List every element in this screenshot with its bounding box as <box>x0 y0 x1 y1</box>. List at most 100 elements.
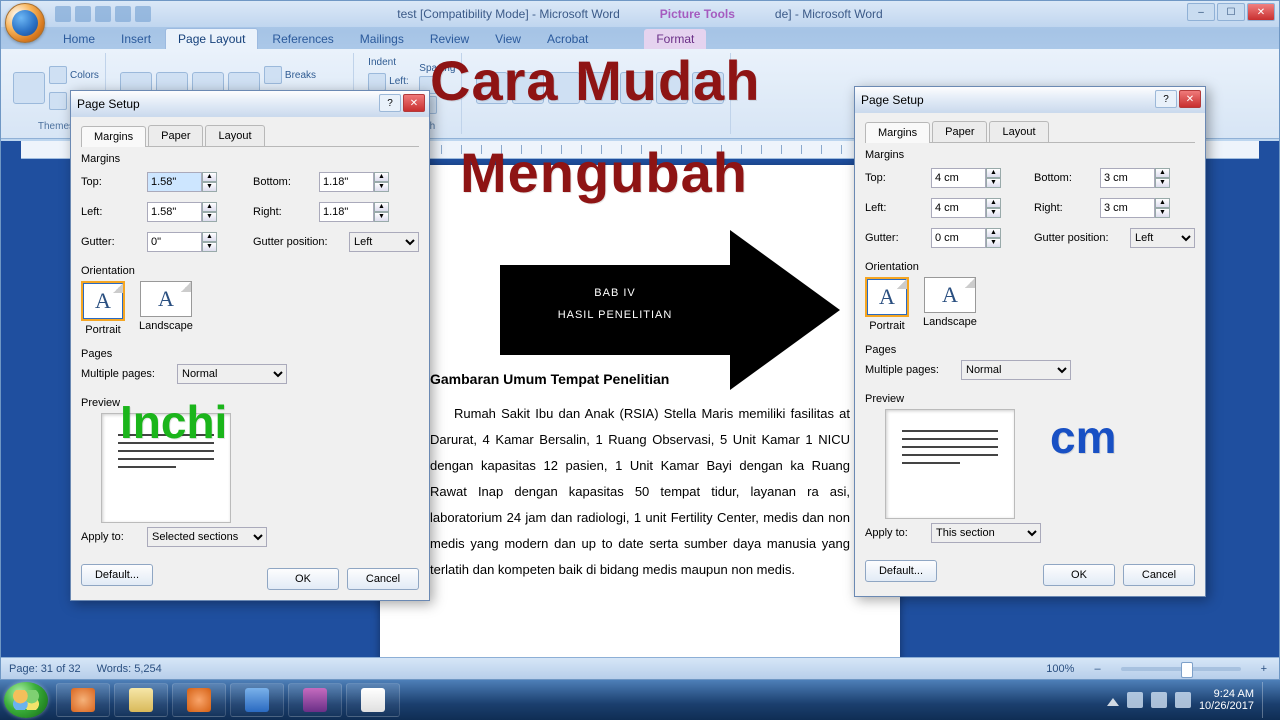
gutter-pos-select[interactable]: Left <box>349 232 419 252</box>
tab-margins[interactable]: Margins <box>81 126 146 147</box>
tab-paper[interactable]: Paper <box>148 125 203 146</box>
qat-open-icon[interactable] <box>135 6 151 22</box>
tab-margins[interactable]: Margins <box>865 122 930 143</box>
gutter-input[interactable] <box>147 232 202 252</box>
dialog-help-button[interactable]: ? <box>379 94 401 112</box>
qat-print-icon[interactable] <box>115 6 131 22</box>
dialog-title-bar[interactable]: Page Setup ? ✕ <box>855 87 1205 113</box>
spin-up-icon[interactable]: ▲ <box>1155 198 1170 208</box>
tab-insert[interactable]: Insert <box>109 29 163 49</box>
multiple-pages-select[interactable]: Normal <box>177 364 287 384</box>
taskbar-explorer[interactable] <box>114 683 168 717</box>
tab-layout[interactable]: Layout <box>205 125 264 146</box>
start-button[interactable] <box>4 682 48 718</box>
spin-up-icon[interactable]: ▲ <box>202 202 217 212</box>
tray-network-icon[interactable] <box>1151 692 1167 708</box>
colors-icon[interactable] <box>49 66 67 84</box>
tab-layout[interactable]: Layout <box>989 121 1048 142</box>
qat-undo-icon[interactable] <box>75 6 91 22</box>
portrait-option[interactable]: Portrait <box>81 281 125 336</box>
tab-mailings[interactable]: Mailings <box>348 29 416 49</box>
taskbar-firefox[interactable] <box>56 683 110 717</box>
ok-button[interactable]: OK <box>267 568 339 590</box>
tray-expand-icon[interactable] <box>1107 694 1119 706</box>
position-button[interactable] <box>476 72 508 104</box>
quick-access-toolbar[interactable] <box>55 6 151 22</box>
breaks-icon[interactable] <box>264 66 282 84</box>
portrait-option[interactable]: Portrait <box>865 277 909 332</box>
status-zoom[interactable]: 100% <box>1046 663 1074 675</box>
bottom-input[interactable] <box>1100 168 1155 188</box>
maximize-button[interactable]: ☐ <box>1217 3 1245 21</box>
spin-down-icon[interactable]: ▼ <box>202 242 217 252</box>
spin-down-icon[interactable]: ▼ <box>202 182 217 192</box>
spin-down-icon[interactable]: ▼ <box>1155 208 1170 218</box>
cancel-button[interactable]: Cancel <box>1123 564 1195 586</box>
status-words[interactable]: Words: 5,254 <box>97 663 162 675</box>
fonts-icon[interactable] <box>49 92 67 110</box>
tray-flag-icon[interactable] <box>1127 692 1143 708</box>
tab-references[interactable]: References <box>260 29 345 49</box>
tab-acrobat[interactable]: Acrobat <box>535 29 600 49</box>
tab-review[interactable]: Review <box>418 29 481 49</box>
close-button[interactable]: ✕ <box>1247 3 1275 21</box>
bring-front-button[interactable] <box>512 72 544 104</box>
gutter-pos-select[interactable]: Left <box>1130 228 1195 248</box>
spin-up-icon[interactable]: ▲ <box>202 172 217 182</box>
gutter-input[interactable] <box>931 228 986 248</box>
zoom-slider[interactable] <box>1121 667 1241 671</box>
group-button[interactable] <box>656 72 688 104</box>
top-input[interactable] <box>147 172 202 192</box>
tab-home[interactable]: Home <box>51 29 107 49</box>
apply-to-select[interactable]: Selected sections <box>147 527 267 547</box>
spin-down-icon[interactable]: ▼ <box>986 178 1001 188</box>
bottom-input[interactable] <box>319 172 374 192</box>
spin-down-icon[interactable]: ▼ <box>374 182 389 192</box>
spin-up-icon[interactable]: ▲ <box>1155 168 1170 178</box>
minimize-button[interactable]: – <box>1187 3 1215 21</box>
right-input[interactable] <box>319 202 374 222</box>
left-input[interactable] <box>147 202 202 222</box>
taskbar-media[interactable] <box>172 683 226 717</box>
default-button[interactable]: Default... <box>81 564 153 586</box>
tab-format[interactable]: Format <box>644 29 706 49</box>
align-button[interactable] <box>620 72 652 104</box>
dialog-title-bar[interactable]: Page Setup ? ✕ <box>71 91 429 117</box>
apply-to-select[interactable]: This section <box>931 523 1041 543</box>
dialog-close-button[interactable]: ✕ <box>1179 90 1201 108</box>
spin-down-icon[interactable]: ▼ <box>202 212 217 222</box>
taskbar-paint[interactable] <box>346 683 400 717</box>
spin-up-icon[interactable]: ▲ <box>374 172 389 182</box>
default-button[interactable]: Default... <box>865 560 937 582</box>
status-page[interactable]: Page: 31 of 32 <box>9 663 81 675</box>
themes-button[interactable] <box>13 72 45 104</box>
spin-up-icon[interactable]: ▲ <box>202 232 217 242</box>
tab-page-layout[interactable]: Page Layout <box>165 28 258 49</box>
qat-save-icon[interactable] <box>55 6 71 22</box>
text-wrap-button[interactable] <box>584 72 616 104</box>
taskbar-word[interactable] <box>230 683 284 717</box>
tab-view[interactable]: View <box>483 29 533 49</box>
send-back-button[interactable] <box>548 72 580 104</box>
spin-up-icon[interactable]: ▲ <box>986 228 1001 238</box>
tray-volume-icon[interactable] <box>1175 692 1191 708</box>
tray-clock[interactable]: 9:24 AM 10/26/2017 <box>1199 688 1254 712</box>
show-desktop-button[interactable] <box>1262 682 1270 718</box>
office-button[interactable] <box>5 3 45 43</box>
spin-up-icon[interactable]: ▲ <box>374 202 389 212</box>
taskbar-snipping[interactable] <box>288 683 342 717</box>
document-page[interactable]: Gambaran Umum Tempat Penelitian Rumah Sa… <box>380 165 900 657</box>
multiple-pages-select[interactable]: Normal <box>961 360 1071 380</box>
dialog-close-button[interactable]: ✕ <box>403 94 425 112</box>
ok-button[interactable]: OK <box>1043 564 1115 586</box>
spin-down-icon[interactable]: ▼ <box>374 212 389 222</box>
landscape-option[interactable]: Landscape <box>139 281 193 336</box>
spin-down-icon[interactable]: ▼ <box>1155 178 1170 188</box>
qat-redo-icon[interactable] <box>95 6 111 22</box>
dialog-help-button[interactable]: ? <box>1155 90 1177 108</box>
spin-down-icon[interactable]: ▼ <box>986 208 1001 218</box>
right-input[interactable] <box>1100 198 1155 218</box>
left-input[interactable] <box>931 198 986 218</box>
tab-paper[interactable]: Paper <box>932 121 987 142</box>
rotate-button[interactable] <box>692 72 724 104</box>
